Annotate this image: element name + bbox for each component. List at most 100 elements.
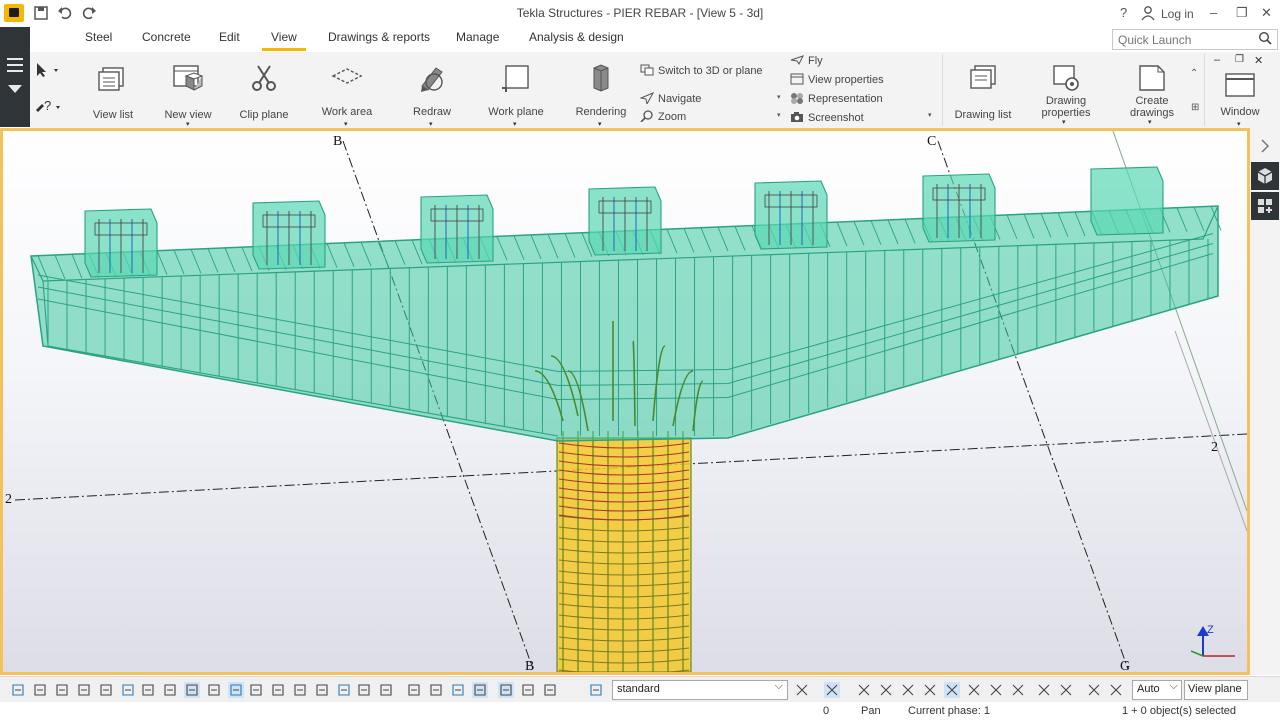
drawing-list-button[interactable]: Drawing list <box>948 52 1018 128</box>
snap-edge-icon[interactable] <box>542 682 558 698</box>
select-welds-icon[interactable] <box>76 682 92 698</box>
snap-geometry-icon[interactable] <box>428 682 444 698</box>
select-object-icon[interactable] <box>140 682 156 698</box>
representation-icon <box>791 93 803 104</box>
navigate-dropdown-icon[interactable]: ▾ <box>777 93 781 101</box>
tab-manage[interactable]: Manage <box>456 30 499 44</box>
select-surface-icon[interactable] <box>54 682 70 698</box>
help-button[interactable]: ? <box>1120 5 1127 20</box>
snap-zoom-icon[interactable] <box>588 682 604 698</box>
ribbon-more-icon[interactable]: ⊞ <box>1191 102 1199 113</box>
snap-arc-icon[interactable] <box>472 682 488 698</box>
select-component-icon[interactable] <box>292 682 308 698</box>
select-cut-icon[interactable] <box>228 682 244 698</box>
snap-7-icon[interactable] <box>988 682 1004 698</box>
snap-3-icon[interactable] <box>900 682 916 698</box>
help-query-icon[interactable]: ? <box>34 98 64 119</box>
tab-edit[interactable]: Edit <box>219 30 240 44</box>
view-list-label: View list <box>92 109 134 121</box>
rendering-button[interactable]: Rendering ▾ <box>568 52 634 128</box>
close-button[interactable]: ✕ <box>1261 5 1272 21</box>
ribbon-collapse-icon[interactable]: ⌃ <box>1190 68 1198 79</box>
switch-3d-button[interactable]: Switch to 3D or plane <box>640 63 763 79</box>
tab-view[interactable]: View <box>271 30 297 44</box>
snap-11-icon[interactable] <box>1086 682 1102 698</box>
expand-panel-icon[interactable] <box>1251 132 1279 160</box>
side-menu-strip[interactable] <box>0 27 30 127</box>
user-icon[interactable] <box>1141 5 1155 24</box>
login-button[interactable]: Log in <box>1161 7 1194 21</box>
view-plane-button[interactable]: View plane <box>1184 680 1248 700</box>
tab-drawings-reports[interactable]: Drawings & reports <box>328 30 430 44</box>
snap-6-icon[interactable] <box>966 682 982 698</box>
snap-2-icon[interactable] <box>878 682 894 698</box>
select-bolts-icon[interactable] <box>98 682 114 698</box>
minimize-button[interactable]: – <box>1210 5 1217 20</box>
grid-label-c-top: C <box>927 134 936 149</box>
snap-1-icon[interactable] <box>856 682 872 698</box>
select-grid-icon[interactable] <box>162 682 178 698</box>
properties-cube-icon[interactable] <box>1251 162 1279 190</box>
work-area-icon <box>331 68 363 84</box>
select-view-icon[interactable] <box>248 682 264 698</box>
drawing-properties-label: Drawing properties <box>1041 95 1091 119</box>
select-rebar-icon[interactable] <box>206 682 222 698</box>
snap-override-icon[interactable] <box>498 682 514 698</box>
new-view-button[interactable]: New view ▾ <box>158 52 218 128</box>
select-assembly-icon[interactable] <box>314 682 330 698</box>
select-handle-icon[interactable] <box>378 682 394 698</box>
filter-icon[interactable] <box>794 682 810 698</box>
view-list-button[interactable]: View list <box>82 52 144 128</box>
snap-ref-line-icon[interactable] <box>406 682 422 698</box>
snap-8-icon[interactable] <box>1010 682 1026 698</box>
redraw-button[interactable]: Redraw ▾ <box>400 52 464 128</box>
zoom-dropdown-icon[interactable]: ▾ <box>777 111 781 119</box>
navigate-button[interactable]: Navigate <box>640 91 701 107</box>
select-layer-icon[interactable] <box>356 682 372 698</box>
select-all-icon[interactable] <box>10 682 26 698</box>
tab-analysis-design[interactable]: Analysis & design <box>529 30 624 44</box>
status-phase[interactable]: Current phase: 1 <box>908 705 990 717</box>
select-plane-icon[interactable] <box>270 682 286 698</box>
snap-grid-icon[interactable] <box>520 682 536 698</box>
select-gridline-icon[interactable] <box>184 682 200 698</box>
status-value: 0 <box>823 705 830 717</box>
snap-4-icon[interactable] <box>922 682 938 698</box>
expand-arrow-icon[interactable] <box>8 85 22 93</box>
zoom-button[interactable]: Zoom <box>640 109 686 125</box>
search-icon[interactable] <box>1258 31 1272 48</box>
model-3d-view[interactable]: B C B G 2 2 Z <box>0 128 1250 675</box>
quick-launch-input[interactable] <box>1112 29 1278 50</box>
drawing-properties-button[interactable]: Drawing properties ▾ <box>1032 52 1100 128</box>
clip-plane-button[interactable]: Clip plane <box>234 52 294 128</box>
snap-point-icon[interactable] <box>450 682 466 698</box>
panel-overflow-icon[interactable]: ▾ <box>928 111 932 119</box>
catalog-grid-icon[interactable] <box>1251 192 1279 220</box>
select-pointer-icon[interactable] <box>34 62 60 81</box>
select-parts-icon[interactable] <box>32 682 48 698</box>
redraw-label: Redraw <box>413 106 451 118</box>
drawing-list-icon <box>970 65 996 89</box>
side-pane <box>1250 128 1280 675</box>
pier-rebar-model[interactable]: B C B G 2 2 Z <box>3 131 1247 672</box>
snap-12-icon[interactable] <box>1108 682 1124 698</box>
snap-5-icon[interactable] <box>944 682 960 698</box>
tab-concrete[interactable]: Concrete <box>142 30 191 44</box>
fly-button[interactable]: Fly <box>790 53 823 69</box>
representation-button[interactable]: Representation <box>790 91 883 107</box>
selection-filter-select[interactable]: standard <box>612 680 788 700</box>
snap-10-icon[interactable] <box>1058 682 1074 698</box>
snap-9-icon[interactable] <box>1036 682 1052 698</box>
work-area-button[interactable]: Work area ▾ <box>314 52 380 128</box>
tab-steel[interactable]: Steel <box>85 30 112 44</box>
screenshot-button[interactable]: Screenshot <box>790 110 864 126</box>
select-mode-icon[interactable] <box>824 682 840 698</box>
restore-button[interactable]: ❐ <box>1236 5 1248 21</box>
snap-mode-select[interactable]: Auto <box>1132 680 1182 700</box>
work-plane-button[interactable]: Work plane ▾ <box>482 52 550 128</box>
select-pour-icon[interactable] <box>336 682 352 698</box>
view-properties-button[interactable]: View properties <box>790 72 884 88</box>
select-line-icon[interactable] <box>120 682 136 698</box>
create-drawings-button[interactable]: Create drawings ▾ <box>1118 52 1186 128</box>
window-button[interactable]: Window ▾ <box>1208 52 1272 128</box>
